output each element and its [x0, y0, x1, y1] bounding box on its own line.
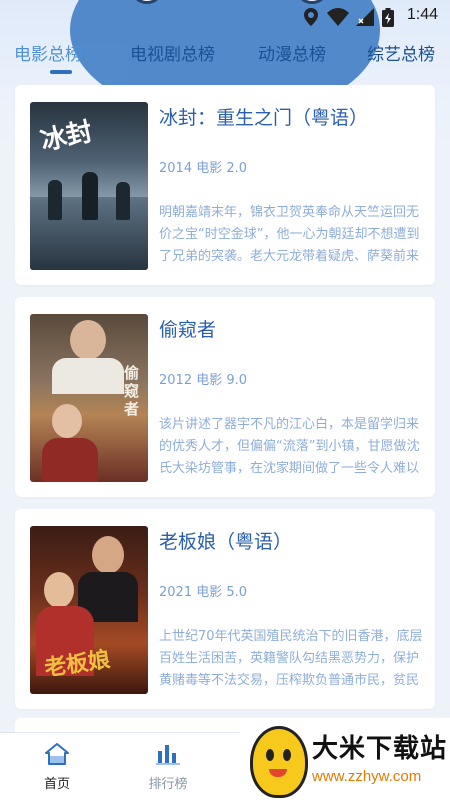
movie-meta: 2021 电影 5.0	[159, 585, 248, 600]
tab-movie-ranking[interactable]: 电影总榜	[14, 40, 82, 65]
movie-title: 老板娘（粤语）	[159, 531, 293, 553]
poster-title: 冰封	[37, 116, 96, 158]
movie-description: 明朝嘉靖末年，锦衣卫贺英奉命从天竺运回无价之宝“时空金球”，他一心为朝廷却不想遭…	[159, 205, 420, 264]
movie-title: 冰封：重生之门（粤语）	[159, 107, 369, 129]
mascot-logo-icon	[250, 726, 308, 798]
status-time: 1:44	[406, 6, 438, 23]
nav-home-label: 首页	[43, 777, 70, 792]
movie-list: 冰封 冰封：重生之门（粤语） 2014 电影 2.0 明朝嘉靖末年，锦衣卫贺英奉…	[15, 85, 435, 721]
signal-icon	[356, 8, 374, 26]
battery-icon	[382, 8, 394, 27]
movie-title: 偷窥者	[159, 319, 217, 341]
tab-anime-ranking[interactable]: 动漫总榜	[258, 40, 326, 65]
movie-card[interactable]: 老板娘 老板娘（粤语） 2021 电影 5.0 上世纪70年代英国殖民统治下的旧…	[15, 509, 435, 709]
movie-description: 上世纪70年代英国殖民统治下的旧香港，底层百姓生活困苦，英籍警队勾结黑恶势力，保…	[159, 629, 423, 688]
nav-ranking-label: 排行榜	[148, 777, 188, 792]
bar-chart-icon	[156, 745, 180, 765]
movie-poster[interactable]: 冰封	[30, 102, 148, 270]
location-icon	[304, 8, 318, 26]
nav-ranking[interactable]: 排行榜	[128, 733, 208, 801]
poster-title: 偷窥者	[124, 364, 140, 418]
movie-card[interactable]: 冰封 冰封：重生之门（粤语） 2014 电影 2.0 明朝嘉靖末年，锦衣卫贺英奉…	[15, 85, 435, 285]
movie-meta: 2014 电影 2.0	[159, 161, 248, 176]
movie-meta: 2012 电影 9.0	[159, 373, 248, 388]
movie-poster[interactable]: 老板娘	[30, 526, 148, 694]
nav-home[interactable]: 首页	[17, 733, 97, 801]
home-icon	[45, 743, 69, 765]
tab-variety-ranking[interactable]: 综艺总榜	[367, 40, 435, 65]
movie-poster[interactable]: 偷窥者	[30, 314, 148, 482]
status-bar: 1:44	[0, 0, 450, 32]
wifi-icon	[327, 8, 349, 26]
tab-tv-ranking[interactable]: 电视剧总榜	[130, 40, 215, 65]
movie-card[interactable]: 偷窥者 偷窥者 2012 电影 9.0 该片讲述了器宇不凡的江心白，本是留学归来…	[15, 297, 435, 497]
watermark-title: 大米下载站	[312, 734, 448, 764]
category-tabs: 电影总榜 电视剧总榜 动漫总榜 综艺总榜	[0, 40, 450, 80]
watermark: 大米下载站 www.zzhyw.com	[240, 718, 450, 800]
movie-description: 该片讲述了器宇不凡的江心白，本是留学归来的优秀人才，但偏偏“流落”到小镇，甘愿做…	[159, 417, 420, 476]
watermark-url: www.zzhyw.com	[312, 768, 422, 785]
tab-indicator	[50, 70, 72, 74]
